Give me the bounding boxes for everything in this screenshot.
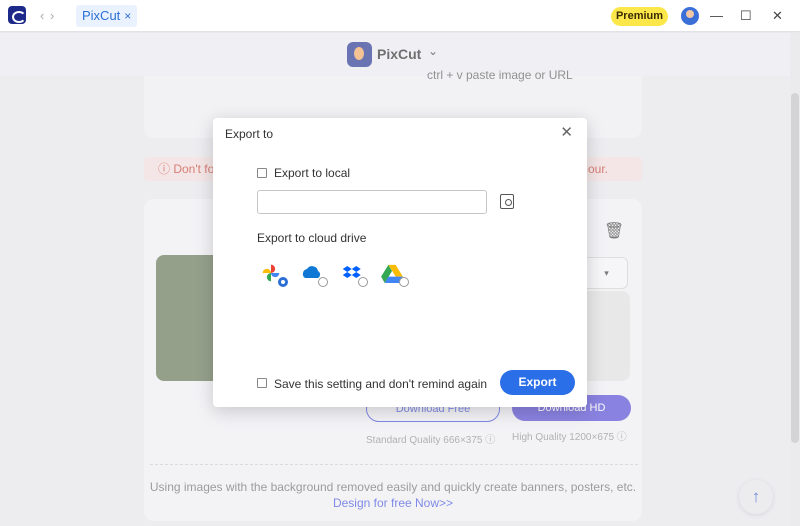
title-bar: ‹ › PixCut × Premium — ☐ ✕	[0, 0, 800, 32]
dialog-close-icon[interactable]: ✕	[560, 123, 573, 141]
dropbox-radio[interactable]	[358, 277, 368, 287]
google-drive-radio[interactable]	[399, 277, 409, 287]
app-logo-icon	[8, 6, 26, 24]
export-local-checkbox[interactable]	[257, 168, 267, 178]
export-local-label: Export to local	[274, 166, 351, 180]
close-icon[interactable]: ✕	[772, 8, 783, 24]
export-path-input[interactable]	[257, 190, 487, 214]
google-photos-radio[interactable]	[278, 277, 288, 287]
remember-label: Save this setting and don't remind again	[274, 377, 488, 391]
remember-checkbox[interactable]	[257, 378, 267, 388]
tab-close-icon[interactable]: ×	[124, 9, 131, 23]
maximize-icon[interactable]: ☐	[740, 8, 752, 24]
back-arrow-icon[interactable]: ‹	[40, 8, 44, 23]
avatar[interactable]	[681, 7, 699, 25]
export-cloud-label: Export to cloud drive	[257, 231, 367, 245]
export-dialog: Export to ✕ Export to local Export to cl…	[213, 118, 587, 407]
onedrive-radio[interactable]	[318, 277, 328, 287]
dialog-title: Export to	[225, 127, 274, 141]
browse-folder-icon[interactable]	[500, 194, 514, 209]
export-button[interactable]: Export	[500, 370, 575, 395]
tab-pixcut[interactable]: PixCut ×	[76, 5, 138, 27]
tab-label: PixCut	[82, 8, 121, 23]
premium-button[interactable]: Premium	[611, 7, 668, 26]
minimize-icon[interactable]: —	[710, 8, 723, 23]
forward-arrow-icon[interactable]: ›	[50, 8, 54, 23]
